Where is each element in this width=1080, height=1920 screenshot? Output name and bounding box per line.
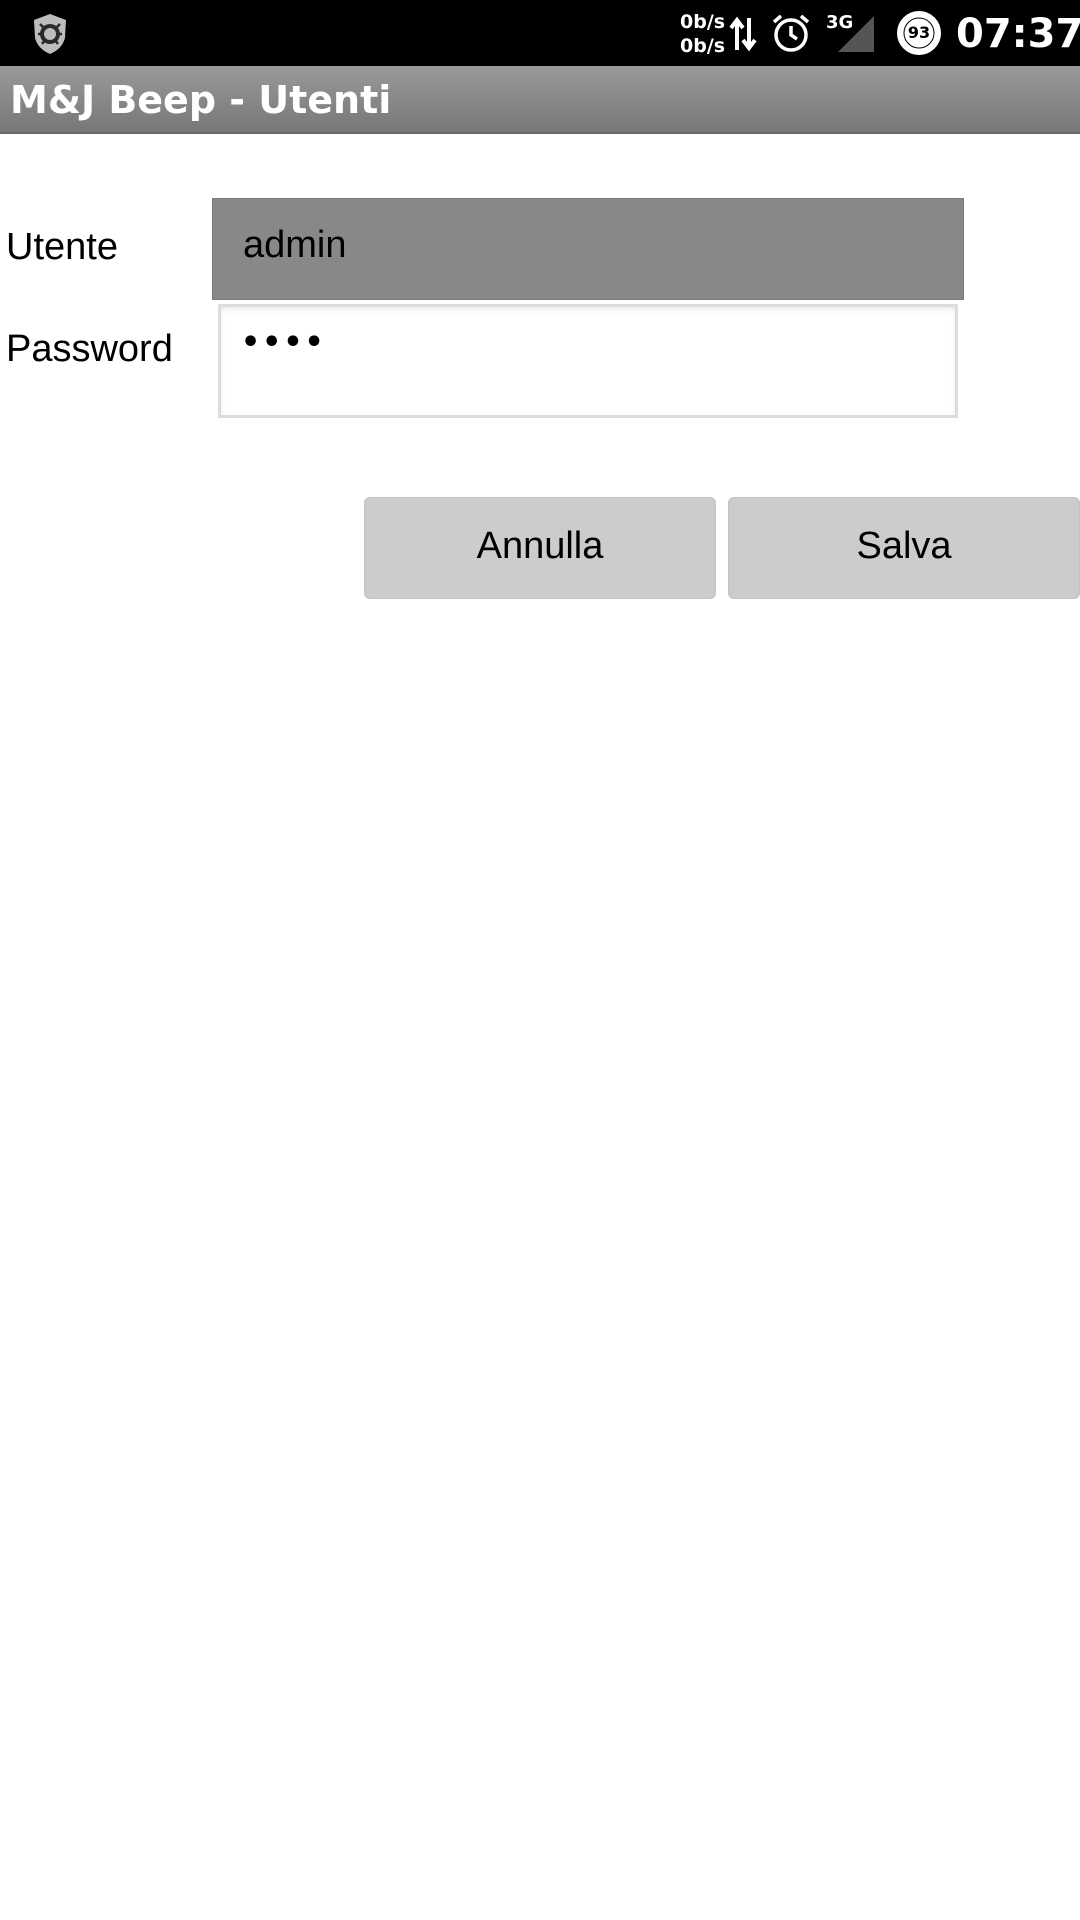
password-label: Password: [6, 328, 173, 370]
clock: 07:37: [956, 11, 1080, 57]
shield-app-icon: [34, 14, 66, 54]
battery-level: 93: [907, 23, 931, 42]
user-label: Utente: [6, 226, 118, 268]
title-bar: M&J Beep - Utenti: [0, 66, 1080, 134]
user-field[interactable]: admin: [212, 198, 964, 300]
network-speed: 0b/s 0b/s: [680, 10, 726, 58]
alarm-icon: [772, 14, 810, 52]
save-button[interactable]: Salva: [728, 497, 1080, 599]
app-title: M&J Beep - Utenti: [10, 78, 392, 122]
status-bar: 0b/s 0b/s 3G 93 07:37: [0, 0, 1080, 66]
download-speed: 0b/s: [680, 35, 726, 57]
upload-speed: 0b/s: [680, 11, 726, 33]
data-arrows-icon: [729, 16, 757, 52]
password-field[interactable]: ••••: [218, 304, 958, 418]
signal-icon: [838, 16, 874, 52]
cancel-button[interactable]: Annulla: [364, 497, 716, 599]
